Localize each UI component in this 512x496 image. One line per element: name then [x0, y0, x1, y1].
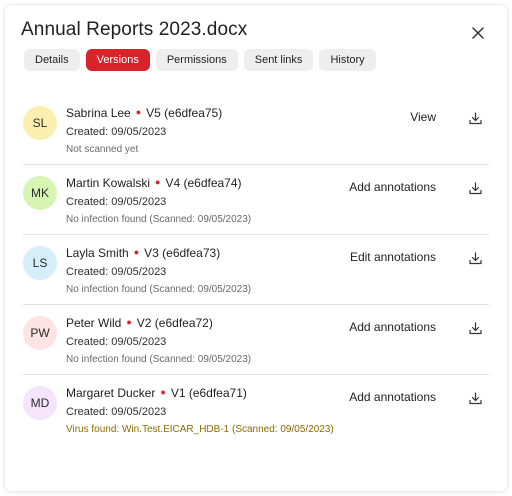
version-meta: Peter Wild ● V2 (e6dfea72) Created: 09/05/… [66, 314, 251, 367]
download-icon[interactable] [469, 182, 482, 195]
created-date: Created: 09/05/2023 [66, 126, 167, 138]
separator-dot-icon: ● [155, 177, 161, 187]
separator-dot-icon: ● [160, 387, 166, 397]
author-name: Margaret Ducker [66, 386, 156, 400]
version-header: Sabrina Lee ● V5 (e6dfea75) [66, 104, 222, 122]
avatar: SL [23, 106, 57, 140]
version-header: Peter Wild ● V2 (e6dfea72) [66, 314, 251, 332]
avatar: PW [23, 316, 57, 350]
separator-dot-icon: ● [126, 317, 132, 327]
avatar: MD [23, 386, 57, 420]
created-date: Created: 09/05/2023 [66, 266, 167, 278]
tab-details[interactable]: Details [24, 49, 80, 71]
download-icon[interactable] [469, 392, 482, 405]
tab-bar: Details Versions Permissions Sent links … [24, 49, 376, 71]
version-meta: Layla Smith ● V3 (e6dfea73) Created: 09/05… [66, 244, 251, 297]
version-meta: Margaret Ducker ● V1 (e6dfea71) Created: 0… [66, 384, 334, 437]
version-meta: Sabrina Lee ● V5 (e6dfea75) Created: 09/05… [66, 104, 222, 157]
created-date: Created: 09/05/2023 [66, 336, 167, 348]
scan-status: No infection found (Scanned: 09/05/2023) [66, 354, 252, 365]
version-action-link[interactable]: Add annotations [349, 390, 436, 404]
separator-dot-icon: ● [135, 107, 142, 117]
download-icon[interactable] [469, 112, 482, 125]
download-icon[interactable] [469, 322, 482, 335]
version-label: V3 (e6dfea73) [144, 246, 221, 260]
created-date: Created: 09/05/2023 [66, 196, 167, 208]
scan-status: No infection found (Scanned: 09/05/2023) [66, 214, 252, 225]
avatar: LS [23, 246, 57, 280]
version-action-link[interactable]: Edit annotations [350, 250, 436, 264]
version-action-link[interactable]: Add annotations [349, 180, 436, 194]
version-action-link[interactable]: View [410, 110, 436, 124]
author-name: Martin Kowalski [66, 176, 151, 190]
version-row: SL Sabrina Lee ● V5 (e6dfea75) Created: 09… [23, 95, 489, 165]
version-header: Layla Smith ● V3 (e6dfea73) [66, 244, 251, 262]
version-row: MK Martin Kowalski ● V4 (e6dfea74) Created… [23, 165, 489, 235]
download-icon[interactable] [469, 252, 482, 265]
author-name: Peter Wild [66, 316, 122, 330]
version-label: V4 (e6dfea74) [165, 176, 242, 190]
created-date: Created: 09/05/2023 [66, 406, 167, 418]
tab-permissions[interactable]: Permissions [155, 49, 238, 71]
tab-sent-links[interactable]: Sent links [243, 49, 314, 71]
version-row: MD Margaret Ducker ● V1 (e6dfea71) Created… [23, 375, 489, 445]
tab-versions[interactable]: Versions [85, 49, 150, 71]
separator-dot-icon: ● [133, 247, 140, 257]
scan-status: No infection found (Scanned: 09/05/2023) [66, 284, 252, 295]
scan-status: Virus found: Win.Test.EICAR_HDB-1 (Scann… [66, 424, 334, 435]
author-name: Sabrina Lee [66, 106, 131, 120]
version-row: PW Peter Wild ● V2 (e6dfea72) Created: 09/… [23, 305, 489, 375]
close-icon[interactable] [471, 26, 485, 40]
version-action-link[interactable]: Add annotations [349, 320, 436, 334]
version-label: V5 (e6dfea75) [146, 106, 223, 120]
version-meta: Martin Kowalski ● V4 (e6dfea74) Created: 0… [66, 174, 251, 227]
scan-status: Not scanned yet [66, 144, 139, 155]
version-label: V1 (e6dfea71) [170, 386, 247, 400]
author-name: Layla Smith [66, 246, 129, 260]
dialog-title: Annual Reports 2023.docx [21, 19, 248, 40]
version-row: LS Layla Smith ● V3 (e6dfea73) Created: 09… [23, 235, 489, 305]
avatar: MK [23, 176, 57, 210]
version-header: Martin Kowalski ● V4 (e6dfea74) [66, 174, 251, 192]
versions-list: SL Sabrina Lee ● V5 (e6dfea75) Created: 09… [23, 95, 489, 445]
tab-history[interactable]: History [319, 49, 376, 71]
version-history-dialog: Annual Reports 2023.docx Details Version… [5, 5, 507, 491]
version-label: V2 (e6dfea72) [136, 316, 213, 330]
version-header: Margaret Ducker ● V1 (e6dfea71) [66, 384, 334, 402]
